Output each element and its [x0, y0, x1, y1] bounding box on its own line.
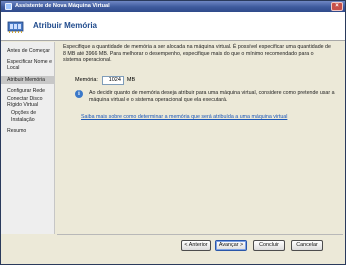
memory-row: Memória: MB — [75, 75, 135, 85]
main-content: Especifique a quantidade de memória a se… — [57, 44, 341, 232]
page-title: Atribuir Memória — [33, 21, 98, 30]
next-button[interactable]: Avançar > — [215, 240, 247, 251]
sidebar-item-especificar-nome-e-local[interactable]: Especificar Nome e Local — [1, 58, 55, 72]
sidebar-item-antes-de-comecar[interactable]: Antes de Começar — [1, 47, 55, 55]
memory-input[interactable] — [101, 75, 124, 85]
wizard-steps-sidebar: Antes de Começar Especificar Nome e Loca… — [1, 42, 55, 234]
wizard-header: Atribuir Memória — [1, 12, 345, 41]
finish-button[interactable]: Concluir — [253, 240, 285, 251]
window-title: Assistente de Nova Máquina Virtual — [15, 3, 110, 9]
learn-more-link[interactable]: Saiba mais sobre como determinar a memór… — [81, 114, 287, 120]
memory-unit: MB — [126, 77, 136, 83]
sidebar-item-atribuir-memoria[interactable]: Atribuir Memória — [1, 75, 55, 84]
wizard-window: Assistente de Nova Máquina Virtual × Atr… — [0, 0, 346, 265]
back-button[interactable]: < Anterior — [181, 240, 211, 251]
sidebar-item-resumo[interactable]: Resumo — [1, 127, 55, 135]
sidebar-item-configurar-rede[interactable]: Configurar Rede — [1, 87, 55, 95]
title-bar[interactable]: Assistente de Nova Máquina Virtual × — [1, 1, 345, 12]
info-text: Ao decidir quanto de memória deseja atri… — [89, 90, 335, 103]
cancel-button[interactable]: Cancelar — [291, 240, 323, 251]
sidebar-item-conectar-disco-rigido-virtual[interactable]: Conectar Disco Rígido Virtual — [1, 95, 55, 109]
memory-chip-icon — [7, 21, 24, 33]
window-app-icon — [5, 3, 12, 10]
info-icon: i — [75, 90, 83, 98]
close-icon[interactable]: × — [331, 2, 343, 11]
memory-description: Especifique a quantidade de memória a se… — [63, 44, 331, 63]
footer-divider — [57, 234, 343, 235]
memory-label: Memória: — [75, 77, 98, 83]
sidebar-item-opcoes-de-instalacao[interactable]: Opções de Instalação — [1, 109, 55, 123]
